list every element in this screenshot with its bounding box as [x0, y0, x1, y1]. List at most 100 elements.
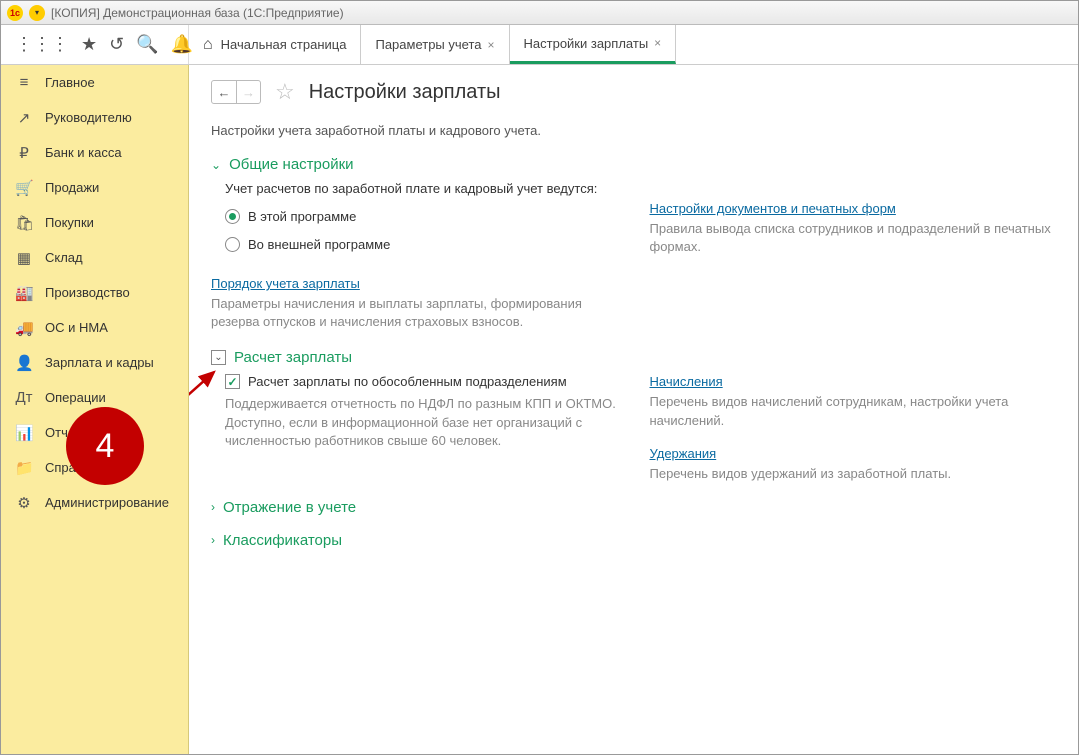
content-area: ← → ☆ Настройки зарплаты Настройки учета…	[189, 65, 1078, 754]
sidebar-item[interactable]: ≡ Главное	[1, 65, 188, 100]
sidebar-icon: ▦	[15, 249, 33, 267]
sidebar-icon: 👤	[15, 354, 33, 372]
tab-label: Настройки зарплаты	[524, 36, 649, 51]
sidebar-label: Операции	[45, 390, 106, 405]
sidebar-icon: ↗	[15, 109, 33, 127]
section-title: Общие настройки	[229, 156, 354, 173]
sidebar-icon: 🛍	[15, 214, 33, 232]
history-icon[interactable]: ↺	[109, 34, 124, 55]
sidebar-label: Главное	[45, 75, 95, 90]
quick-toolbar: ⋮⋮⋮ ★ ↺ 🔍 🔔	[1, 25, 189, 64]
record-keeping-label: Учет расчетов по заработной плате и кадр…	[211, 181, 618, 196]
salary-right: Начисления Перечень видов начислений сот…	[650, 374, 1057, 499]
window-title: [КОПИЯ] Демонстрационная база (1С:Предпр…	[51, 6, 344, 20]
nav-buttons: ← →	[211, 80, 261, 104]
documents-print-settings-link[interactable]: Настройки документов и печатных форм	[650, 201, 896, 216]
checkbox-label: Расчет зарплаты по обособленным подразде…	[248, 374, 567, 389]
home-icon: ⌂	[203, 36, 213, 54]
star-icon[interactable]: ★	[81, 34, 97, 55]
sidebar-icon: ₽	[15, 144, 33, 162]
tabs-container: ⌂ Начальная страница Параметры учета × Н…	[189, 25, 676, 64]
general-left: Учет расчетов по заработной плате и кадр…	[211, 181, 618, 349]
window-titlebar: 1c ▾ [КОПИЯ] Демонстрационная база (1С:П…	[1, 1, 1078, 25]
forward-button[interactable]: →	[236, 81, 260, 103]
general-right: Настройки документов и печатных форм Пра…	[650, 181, 1057, 349]
radio-icon	[225, 237, 240, 252]
page-subtitle: Настройки учета заработной платы и кадро…	[211, 123, 1056, 138]
app-logo-icon: 1c	[7, 5, 23, 21]
separate-divisions-desc: Поддерживается отчетность по НДФЛ по раз…	[211, 395, 618, 450]
general-columns: Учет расчетов по заработной плате и кадр…	[211, 181, 1056, 349]
sidebar-label: Зарплата и кадры	[45, 355, 154, 370]
sidebar-item[interactable]: ↗ Руководителю	[1, 100, 188, 135]
accruals-desc: Перечень видов начислений сотрудникам, н…	[650, 393, 1057, 429]
sidebar-icon: ≡	[15, 74, 33, 91]
salary-accounting-procedure-link[interactable]: Порядок учета зарплаты	[211, 276, 360, 291]
radio-icon	[225, 209, 240, 224]
sidebar-icon: 🛒	[15, 179, 33, 197]
sidebar-item[interactable]: ▦ Склад	[1, 240, 188, 275]
annotation-badge: 4	[66, 407, 144, 485]
chevron-right-icon: ›	[211, 533, 215, 547]
sidebar-label: Администрирование	[45, 495, 169, 510]
sidebar-item[interactable]: 🚚 ОС и НМА	[1, 310, 188, 345]
sidebar-item[interactable]: 🛍 Покупки	[1, 205, 188, 240]
apps-icon[interactable]: ⋮⋮⋮	[15, 34, 69, 55]
sidebar-label: Покупки	[45, 215, 94, 230]
sidebar-item[interactable]: 👤 Зарплата и кадры	[1, 345, 188, 380]
salary-procedure-desc: Параметры начисления и выплаты зарплаты,…	[211, 295, 618, 331]
close-icon[interactable]: ×	[654, 36, 661, 50]
section-title: Отражение в учете	[223, 499, 356, 516]
collapse-box-icon: ⌄	[211, 350, 226, 365]
sidebar-icon: 🚚	[15, 319, 33, 337]
tab-label: Параметры учета	[375, 37, 481, 52]
search-icon[interactable]: 🔍	[136, 34, 158, 55]
radio-external-program[interactable]: Во внешней программе	[225, 230, 618, 258]
section-reflection-header[interactable]: › Отражение в учете	[211, 499, 1056, 516]
sidebar-icon: 🏭	[15, 284, 33, 302]
sidebar-item[interactable]: 🏭 Производство	[1, 275, 188, 310]
tabs-row: ⋮⋮⋮ ★ ↺ 🔍 🔔 ⌂ Начальная страница Парамет…	[1, 25, 1078, 65]
section-title: Расчет зарплаты	[234, 349, 352, 366]
page-title: Настройки зарплаты	[309, 81, 501, 104]
sidebar-icon: Дт	[15, 389, 33, 406]
radio-label: Во внешней программе	[248, 237, 390, 252]
sidebar-label: Склад	[45, 250, 83, 265]
main-layout: ≡ Главное ↗ Руководителю ₽ Банк и касса 🛒Прода…	[1, 65, 1078, 754]
sidebar-label: Руководителю	[45, 110, 132, 125]
section-title: Классификаторы	[223, 532, 342, 549]
chevron-down-icon: ⌄	[211, 158, 221, 172]
tab-accounting-params[interactable]: Параметры учета ×	[361, 25, 509, 64]
tab-home[interactable]: ⌂ Начальная страница	[189, 25, 361, 64]
dropdown-icon[interactable]: ▾	[29, 5, 45, 21]
back-button[interactable]: ←	[212, 81, 236, 103]
sidebar-label: Банк и касса	[45, 145, 122, 160]
sidebar-item[interactable]: ₽ Банк и касса	[1, 135, 188, 170]
sidebar-label: Производство	[45, 285, 130, 300]
sidebar-icon: 📊	[15, 424, 33, 442]
program-radio-group: В этой программе Во внешней программе	[211, 202, 618, 258]
tab-label: Начальная страница	[221, 37, 347, 52]
favorite-icon[interactable]: ☆	[275, 79, 295, 105]
deductions-link[interactable]: Удержания	[650, 446, 717, 461]
sidebar-item[interactable]: ⚙ Администрирование	[1, 485, 188, 520]
annotation-number: 4	[96, 427, 115, 466]
section-general-header[interactable]: ⌄ Общие настройки	[211, 156, 1056, 173]
sidebar-icon: 📁	[15, 459, 33, 477]
salary-left: ✓ Расчет зарплаты по обособленным подраз…	[211, 374, 618, 499]
sidebar-icon: ⚙	[15, 494, 33, 512]
accruals-link[interactable]: Начисления	[650, 374, 723, 389]
separate-divisions-checkbox-row[interactable]: ✓ Расчет зарплаты по обособленным подраз…	[211, 374, 618, 389]
radio-this-program[interactable]: В этой программе	[225, 202, 618, 230]
sidebar-item[interactable]: 🛒Продажи	[1, 170, 188, 205]
deductions-desc: Перечень видов удержаний из заработной п…	[650, 465, 1057, 483]
section-salary-header[interactable]: ⌄ Расчет зарплаты	[211, 349, 1056, 366]
section-classifiers-header[interactable]: › Классификаторы	[211, 532, 1056, 549]
close-icon[interactable]: ×	[488, 38, 495, 52]
radio-label: В этой программе	[248, 209, 356, 224]
salary-columns: ✓ Расчет зарплаты по обособленным подраз…	[211, 374, 1056, 499]
checkbox-checked-icon: ✓	[225, 374, 240, 389]
documents-print-desc: Правила вывода списка сотрудников и подр…	[650, 220, 1057, 256]
tab-salary-settings[interactable]: Настройки зарплаты ×	[510, 25, 677, 64]
sidebar-label: ОС и НМА	[45, 320, 108, 335]
